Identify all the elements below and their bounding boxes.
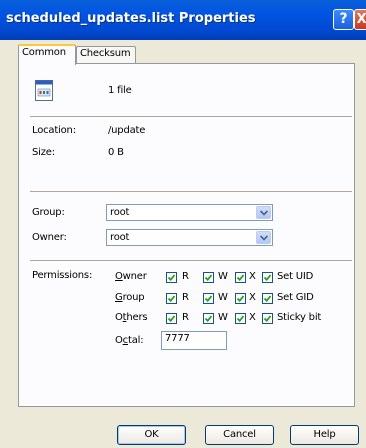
others-read-checkbox[interactable] xyxy=(166,313,177,324)
chevron-down-icon[interactable] xyxy=(256,231,271,244)
close-button[interactable]: X xyxy=(354,9,366,30)
others-exec-checkbox[interactable] xyxy=(235,313,246,324)
owner-exec-label: X xyxy=(249,271,256,282)
tab-common[interactable]: Common xyxy=(18,44,76,65)
owner-select-value: root xyxy=(110,232,130,243)
others-write-label: W xyxy=(218,312,228,323)
chevron-down-icon[interactable] xyxy=(256,206,271,219)
group-label: Group: xyxy=(32,207,65,218)
setuid-checkbox[interactable] xyxy=(262,272,273,283)
group-select-value: root xyxy=(110,207,130,218)
perm-row-group-label: Group xyxy=(115,292,145,303)
owner-read-label: R xyxy=(182,271,189,282)
octal-label: Octal: xyxy=(115,335,144,346)
group-exec-checkbox[interactable] xyxy=(235,293,246,304)
others-exec-label: X xyxy=(249,312,256,323)
cancel-button[interactable]: Cancel xyxy=(205,425,274,445)
separator xyxy=(30,116,352,117)
properties-dialog: scheduled_updates.list Properties ? X Co… xyxy=(0,0,366,448)
tab-checksum[interactable]: Checksum xyxy=(76,46,136,63)
perm-row-owner-label: Owner xyxy=(115,271,147,282)
location-value: /update xyxy=(108,125,146,136)
separator xyxy=(30,191,352,192)
owner-select[interactable]: root xyxy=(106,229,273,246)
owner-read-checkbox[interactable] xyxy=(166,272,177,283)
window-title: scheduled_updates.list Properties xyxy=(6,11,256,26)
owner-write-checkbox[interactable] xyxy=(203,272,214,283)
group-write-label: W xyxy=(218,292,228,303)
file-icon xyxy=(35,80,53,101)
file-count: 1 file xyxy=(108,85,132,96)
sticky-bit-label: Sticky bit xyxy=(277,312,322,323)
owner-label: Owner: xyxy=(32,232,67,243)
others-read-label: R xyxy=(182,312,189,323)
sticky-bit-checkbox[interactable] xyxy=(262,313,273,324)
group-write-checkbox[interactable] xyxy=(203,293,214,304)
owner-exec-checkbox[interactable] xyxy=(235,272,246,283)
setgid-checkbox[interactable] xyxy=(262,293,273,304)
help-title-button[interactable]: ? xyxy=(333,9,354,30)
size-value: 0 B xyxy=(108,147,124,158)
owner-write-label: W xyxy=(218,271,228,282)
size-label: Size: xyxy=(32,147,55,158)
perm-row-others-label: Others xyxy=(115,312,148,323)
setgid-label: Set GID xyxy=(277,292,314,303)
help-button[interactable]: Help xyxy=(290,425,359,445)
group-select[interactable]: root xyxy=(106,204,273,221)
group-read-checkbox[interactable] xyxy=(166,293,177,304)
permissions-label: Permissions: xyxy=(32,270,93,281)
separator xyxy=(30,260,352,261)
octal-input[interactable]: 7777 xyxy=(161,331,227,350)
group-exec-label: X xyxy=(249,292,256,303)
title-bar[interactable]: scheduled_updates.list Properties ? X xyxy=(0,0,366,40)
others-write-checkbox[interactable] xyxy=(203,313,214,324)
tab-panel-common: 1 file Location: /update Size: 0 B Group… xyxy=(18,63,355,407)
group-read-label: R xyxy=(182,292,189,303)
location-label: Location: xyxy=(32,125,76,136)
ok-button[interactable]: OK xyxy=(117,425,186,445)
setuid-label: Set UID xyxy=(277,271,314,282)
